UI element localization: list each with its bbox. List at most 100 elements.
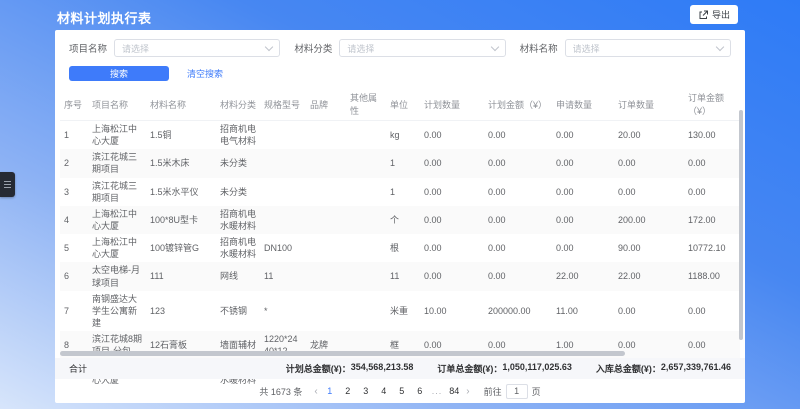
page-button-6[interactable]: 6 <box>414 386 426 396</box>
column-header: 材料分类 <box>216 88 260 121</box>
table-cell <box>346 234 386 262</box>
page-button-1[interactable]: 1 <box>324 386 336 396</box>
main-panel: 项目名称请选择材料分类请选择材料名称请选择 搜索 清空搜索 序号项目名称材料名称… <box>55 30 745 403</box>
table-cell: 10.00 <box>420 291 484 331</box>
search-button[interactable]: 搜索 <box>69 66 169 81</box>
clear-search-link[interactable]: 清空搜索 <box>187 67 223 80</box>
column-header: 品牌 <box>306 88 346 121</box>
table-cell: 0.00 <box>484 262 552 290</box>
export-icon <box>698 10 708 20</box>
page-list: 123456...84 <box>324 386 461 396</box>
table-cell: 0.00 <box>614 331 684 359</box>
table-cell: 招商机电水暖材料 <box>216 206 260 234</box>
table-cell: 0.00 <box>552 121 614 150</box>
column-header: 项目名称 <box>88 88 146 121</box>
pagination-total: 共 1673 条 <box>259 385 302 398</box>
table-cell: 0.00 <box>684 149 740 177</box>
goto-page-input[interactable] <box>506 384 528 399</box>
table-cell: 130.00 <box>684 121 740 150</box>
table-cell: 11 <box>260 262 306 290</box>
chevron-down-icon <box>716 42 724 50</box>
prev-page-button[interactable]: ‹ <box>314 386 317 397</box>
summary-totals: 计划总金额(¥)：354,568,213.58订单总金额(¥)：1,050,11… <box>286 362 731 375</box>
table-cell: 0.00 <box>614 149 684 177</box>
filter-group-2: 材料名称请选择 <box>520 39 731 57</box>
table-cell <box>346 178 386 206</box>
table-cell <box>346 149 386 177</box>
table-cell: 22.00 <box>552 262 614 290</box>
summary-item: 计划总金额(¥)：354,568,213.58 <box>286 362 414 375</box>
table-cell: 11.00 <box>552 291 614 331</box>
table-cell: 网线 <box>216 262 260 290</box>
filter-group-1: 材料分类请选择 <box>294 39 505 57</box>
table-cell <box>306 149 346 177</box>
summary-row: 合计 计划总金额(¥)：354,568,213.58订单总金额(¥)：1,050… <box>55 358 745 379</box>
column-header: 单位 <box>386 88 420 121</box>
table-row: 7南钢盛达大学生公寓新建123不锈钢*米重10.00200000.0011.00… <box>60 291 740 331</box>
table-row: 3滨江花城三期项目1.5米水平仪未分类10.000.000.000.000.00 <box>60 178 740 206</box>
filter-group-0: 项目名称 请选择 <box>69 39 280 57</box>
page-button-84[interactable]: 84 <box>448 386 460 396</box>
table-cell: 1 <box>386 149 420 177</box>
table-cell: 200.00 <box>614 206 684 234</box>
table-cell <box>306 234 346 262</box>
table-cell <box>306 291 346 331</box>
goto-label: 前往 <box>484 385 502 398</box>
filter-label: 材料分类 <box>294 41 332 55</box>
export-button[interactable]: 导出 <box>690 5 738 24</box>
goto-suffix: 页 <box>532 385 541 398</box>
table-cell: 滨江花城三期项目 <box>88 178 146 206</box>
table-cell: 0.00 <box>684 178 740 206</box>
table-row: 2滨江花城三期项目1.5米木床未分类10.000.000.000.000.00 <box>60 149 740 177</box>
page-button-5[interactable]: 5 <box>396 386 408 396</box>
table-cell: 5 <box>60 234 88 262</box>
column-header: 订单数量 <box>614 88 684 121</box>
table-cell <box>306 262 346 290</box>
chevron-down-icon <box>265 42 273 50</box>
filter-label: 材料名称 <box>520 41 558 55</box>
table-cell: 0.00 <box>614 178 684 206</box>
table-cell: 3 <box>60 178 88 206</box>
table-cell: 南钢盛达大学生公寓新建 <box>88 291 146 331</box>
table-cell: 0.00 <box>484 206 552 234</box>
table-cell: 172.00 <box>684 206 740 234</box>
filter-select-0[interactable]: 请选择 <box>114 39 280 57</box>
horizontal-scrollbar[interactable] <box>60 351 625 356</box>
summary-item-label: 计划总金额(¥)： <box>286 362 351 375</box>
drawer-handle[interactable] <box>0 172 15 197</box>
page-button-2[interactable]: 2 <box>342 386 354 396</box>
table-cell: 0.00 <box>484 121 552 150</box>
table-cell: 0.00 <box>614 291 684 331</box>
table-cell <box>260 206 306 234</box>
table-cell: 0.00 <box>420 178 484 206</box>
table-cell: 6 <box>60 262 88 290</box>
goto-page: 前往 页 <box>484 384 541 399</box>
table-cell: 123 <box>146 291 216 331</box>
table-cell: 不锈钢 <box>216 291 260 331</box>
summary-item-value: 1,050,117,025.63 <box>502 362 572 375</box>
table-cell: 0.00 <box>420 206 484 234</box>
page-button-4[interactable]: 4 <box>378 386 390 396</box>
table-cell: 0.00 <box>552 149 614 177</box>
page-button-3[interactable]: 3 <box>360 386 372 396</box>
table-cell: 100*8U型卡 <box>146 206 216 234</box>
table-cell: 0.00 <box>484 178 552 206</box>
table-cell <box>346 206 386 234</box>
table-cell <box>306 206 346 234</box>
table-cell: 1 <box>60 121 88 150</box>
summary-item: 入库总金额(¥)：2,657,339,761.46 <box>596 362 731 375</box>
column-header: 计划金额（¥） <box>484 88 552 121</box>
vertical-scrollbar[interactable] <box>739 110 743 340</box>
table-cell: 1188.00 <box>684 262 740 290</box>
table-row: 6太空电梯-月球项目111网线11110.000.0022.0022.00118… <box>60 262 740 290</box>
filter-label: 项目名称 <box>69 41 107 55</box>
table-cell <box>260 149 306 177</box>
next-page-button[interactable]: › <box>466 386 469 397</box>
filter-select-2[interactable]: 请选择 <box>565 39 731 57</box>
table-cell: 20.00 <box>614 121 684 150</box>
filter-select-1[interactable]: 请选择 <box>339 39 505 57</box>
table-cell: 招商机电水暖材料 <box>216 234 260 262</box>
table-cell: 11 <box>386 262 420 290</box>
select-placeholder: 请选择 <box>122 42 149 55</box>
column-header: 材料名称 <box>146 88 216 121</box>
